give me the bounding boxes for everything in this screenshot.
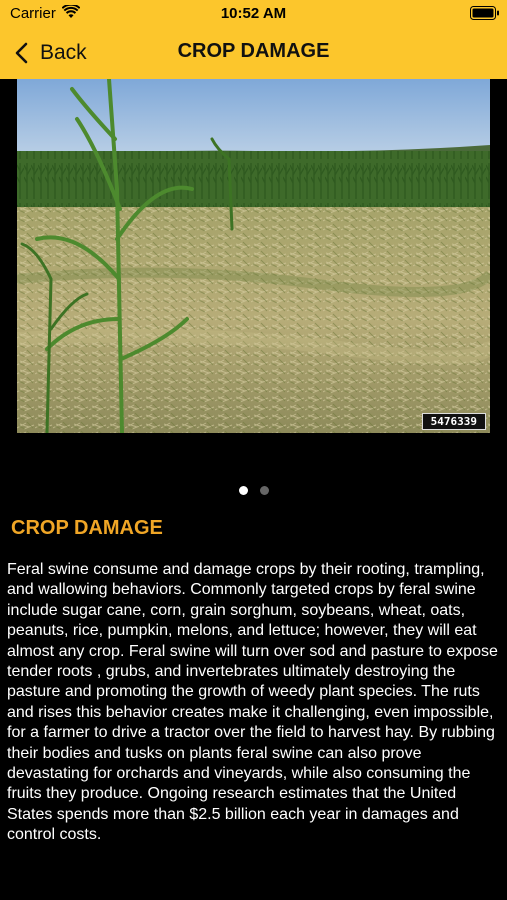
page-dot[interactable] (259, 486, 269, 495)
photo-number-label: 5476339 (421, 413, 486, 430)
page-indicator[interactable] (0, 486, 507, 495)
status-time: 10:52 AM (220, 5, 287, 22)
crop-damage-photo (17, 79, 490, 433)
status-bar: Carrier 10:52 AM (0, 0, 507, 28)
header: Carrier 10:52 AM Back CROP DAMAGE (0, 0, 507, 79)
page-dot-active[interactable] (238, 486, 248, 495)
page-title: CROP DAMAGE (177, 40, 330, 62)
body-text: Feral swine consume and damage crops by … (7, 561, 498, 844)
section-heading: CROP DAMAGE (11, 517, 163, 539)
image-carousel[interactable]: 5476339 (17, 79, 490, 433)
navigation-bar: Back CROP DAMAGE (0, 30, 507, 75)
battery-icon (470, 6, 499, 20)
